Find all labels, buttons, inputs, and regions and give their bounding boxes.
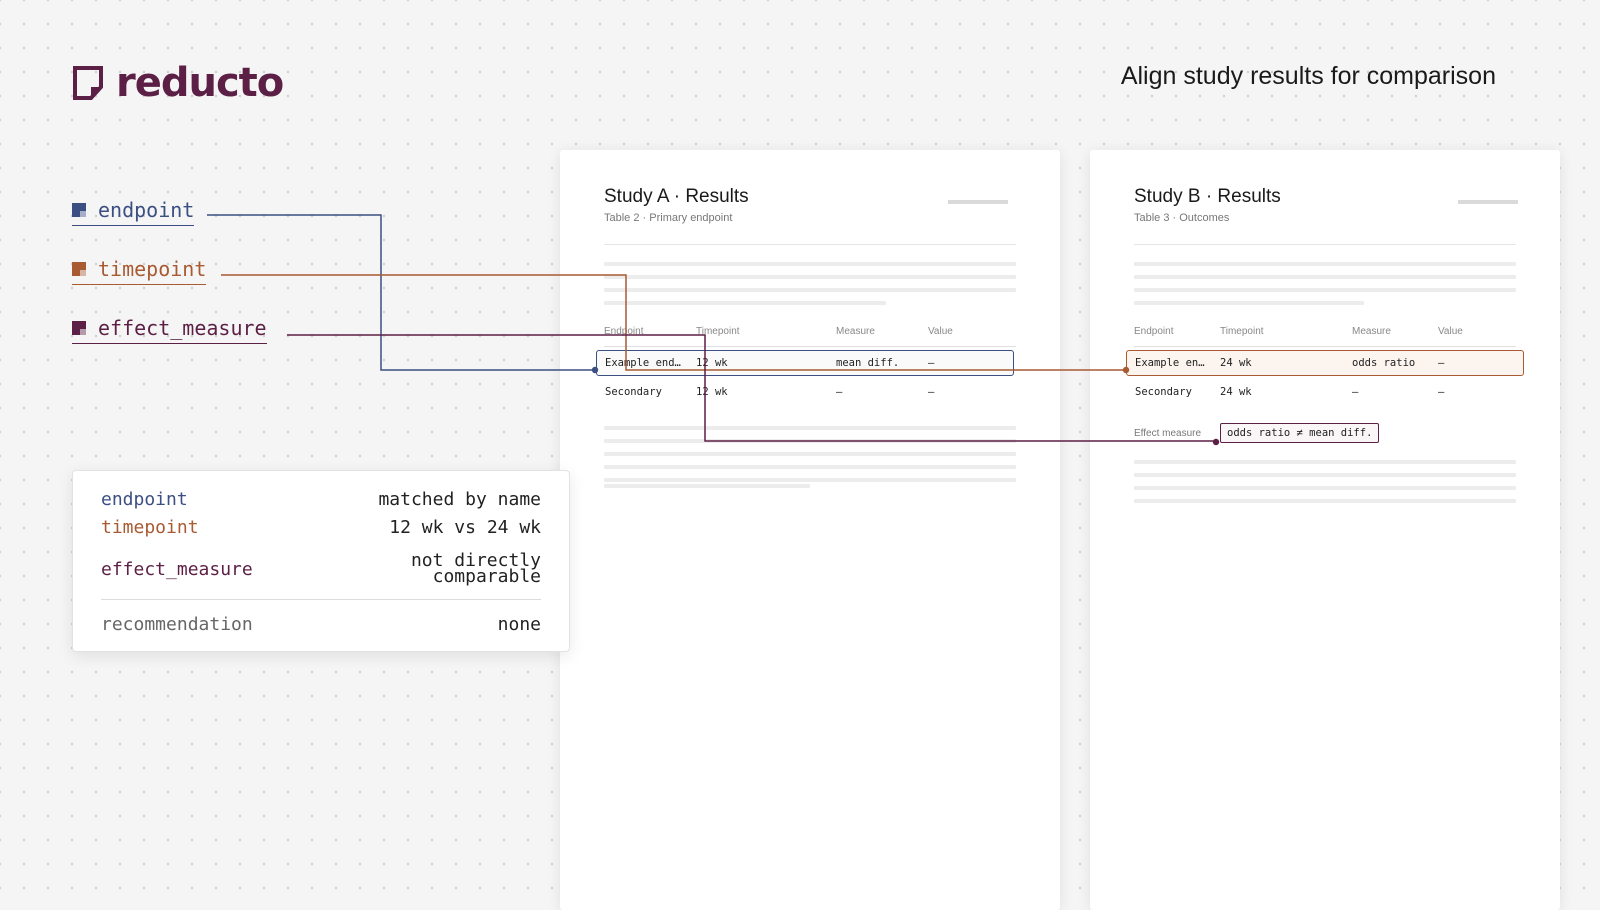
study-a-tag-bar xyxy=(948,200,1008,204)
brand-name: reducto xyxy=(116,60,284,106)
text-line xyxy=(604,426,1016,430)
endpoint-square-icon xyxy=(72,203,86,217)
study-b-divider xyxy=(1134,244,1516,245)
study-a-r1-measure: mean diff. xyxy=(836,357,900,369)
text-line xyxy=(1134,499,1516,503)
text-line xyxy=(1134,301,1364,305)
summary-row-endpoint: endpoint matched by name xyxy=(101,485,541,513)
field-timepoint[interactable]: timepoint xyxy=(72,257,207,285)
summary-value-effect-measure: not directly comparable xyxy=(411,552,541,587)
summary-key-effect-measure: effect_measure xyxy=(101,558,253,580)
text-line xyxy=(1134,473,1516,477)
study-b-header-endpoint: Endpoint xyxy=(1134,326,1174,337)
study-b-page: Study B · Results Table 3 · Outcomes End… xyxy=(1090,150,1560,910)
study-a-header-value: Value xyxy=(928,326,953,337)
study-b-subtitle: Table 3 · Outcomes xyxy=(1134,212,1230,224)
study-b-r2-endpoint: Secondary xyxy=(1135,386,1192,398)
text-line xyxy=(604,465,1016,469)
study-a-header-timepoint: Timepoint xyxy=(696,326,740,337)
study-b-r1-measure: odds ratio xyxy=(1352,357,1416,369)
study-b-r1-value: — xyxy=(1438,357,1445,369)
effect-measure-square-icon xyxy=(72,321,86,335)
text-line xyxy=(604,484,810,488)
text-line xyxy=(1134,460,1516,464)
endpoint-connector xyxy=(207,214,596,371)
study-b-r2-value: — xyxy=(1438,386,1445,398)
text-line xyxy=(604,275,1016,279)
study-b-r1-endpoint: Example en… xyxy=(1135,357,1205,369)
study-a-page: Study A · Results Table 2 · Primary endp… xyxy=(560,150,1060,910)
study-a-title: Study A · Results xyxy=(604,186,749,207)
text-line xyxy=(604,439,1016,443)
text-line xyxy=(1134,262,1516,266)
study-b-title: Study B · Results xyxy=(1134,186,1281,207)
summary-key-recommendation: recommendation xyxy=(101,613,253,635)
study-b-header-timepoint: Timepoint xyxy=(1220,326,1264,337)
field-timepoint-label: timepoint xyxy=(98,257,207,281)
study-a-header-measure: Measure xyxy=(836,326,875,337)
brand-logo: reducto xyxy=(72,60,284,106)
text-line xyxy=(1134,486,1516,490)
study-a-header-rule xyxy=(604,346,1016,347)
page-headline: Align study results for comparison xyxy=(1120,62,1496,90)
text-line xyxy=(604,478,1016,482)
text-line xyxy=(1134,275,1516,279)
document-corner-icon xyxy=(73,66,103,100)
study-a-r1-timepoint: 12 wk xyxy=(696,357,728,369)
study-b-r2-measure: — xyxy=(1352,386,1359,398)
study-b-tag-bar xyxy=(1458,200,1518,204)
summary-row-recommendation: recommendation none xyxy=(101,599,541,638)
summary-row-effect-measure: effect_measure not directly comparable xyxy=(101,545,541,593)
text-line xyxy=(1134,288,1516,292)
study-a-r2-endpoint: Secondary xyxy=(605,386,662,398)
study-a-subtitle: Table 2 · Primary endpoint xyxy=(604,212,733,224)
study-b-header-rule xyxy=(1134,346,1516,347)
comparison-summary-card: endpoint matched by name timepoint 12 wk… xyxy=(72,470,570,652)
study-a-r1-endpoint: Example end… xyxy=(605,357,681,369)
study-a-r2-value: — xyxy=(928,386,935,398)
text-line xyxy=(604,262,1016,266)
study-a-r1-value: — xyxy=(928,357,935,369)
field-endpoint[interactable]: endpoint xyxy=(72,198,195,226)
summary-value-effect-line2: comparable xyxy=(432,566,541,587)
study-b-header-measure: Measure xyxy=(1352,326,1391,337)
field-endpoint-label: endpoint xyxy=(98,198,195,222)
text-line xyxy=(604,288,1016,292)
summary-value-recommendation: none xyxy=(497,613,541,635)
effect-measure-label: Effect measure xyxy=(1134,428,1202,439)
study-a-header-endpoint: Endpoint xyxy=(604,326,644,337)
effect-measure-mismatch-box[interactable]: odds ratio ≠ mean diff. xyxy=(1220,423,1380,443)
study-b-r1-timepoint: 24 wk xyxy=(1220,357,1252,369)
text-line xyxy=(604,452,1016,456)
field-effect-measure-label: effect_measure xyxy=(98,316,267,340)
study-a-r2-measure: — xyxy=(836,386,843,398)
timepoint-square-icon xyxy=(72,262,86,276)
study-b-r2-timepoint: 24 wk xyxy=(1220,386,1252,398)
text-line xyxy=(604,301,886,305)
summary-value-timepoint: 12 wk vs 24 wk xyxy=(389,516,541,538)
summary-value-endpoint: matched by name xyxy=(378,488,541,510)
study-a-r2-timepoint: 12 wk xyxy=(696,386,728,398)
study-b-header-value: Value xyxy=(1438,326,1463,337)
field-effect-measure[interactable]: effect_measure xyxy=(72,316,267,344)
summary-key-endpoint: endpoint xyxy=(101,488,188,510)
summary-row-timepoint: timepoint 12 wk vs 24 wk xyxy=(101,513,541,541)
summary-key-timepoint: timepoint xyxy=(101,516,199,538)
study-a-divider xyxy=(604,244,1016,245)
